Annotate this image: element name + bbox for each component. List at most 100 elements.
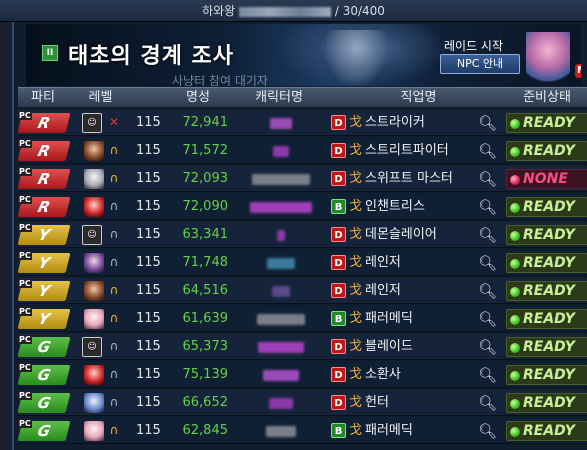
headset-icon[interactable]: ∩ <box>107 227 121 241</box>
level-value: 115 <box>136 283 161 298</box>
headset-icon[interactable]: ∩ <box>107 311 121 325</box>
pc-icon: PC <box>18 419 32 428</box>
character-name-blurred[interactable] <box>273 146 289 157</box>
fame-value: 72,090 <box>182 199 229 214</box>
character-name-blurred[interactable] <box>272 286 290 297</box>
search-icon[interactable]: 🔍︎ <box>478 392 497 418</box>
status-dot-icon <box>510 175 520 185</box>
character-avatar <box>84 197 104 217</box>
ready-status: READY <box>506 393 587 413</box>
party-member-row[interactable]: R PC ∩ 115 72,090 B 戈 인챈트리스 🔍︎ READY <box>17 194 587 222</box>
party-member-row[interactable]: G PC ☺ ∩ 115 65,373 D 戈 블레이드 🔍︎ READY <box>17 334 587 362</box>
party-member-row[interactable]: Y PC ∩ 115 64,516 D 戈 레인저 🔍︎ READY <box>17 278 587 306</box>
ready-status: READY <box>506 253 587 273</box>
headset-icon[interactable]: ∩ <box>107 423 121 437</box>
pause-icon[interactable]: II <box>42 45 58 61</box>
search-icon[interactable]: 🔍︎ <box>478 112 497 138</box>
search-icon[interactable]: 🔍︎ <box>478 364 497 390</box>
ready-status-text: READY <box>523 255 575 271</box>
class-grade-badge: D <box>331 171 346 186</box>
character-name-blurred[interactable] <box>266 426 296 437</box>
character-name-blurred[interactable] <box>257 314 305 325</box>
class-grade-badge: B <box>331 311 346 326</box>
npc-guide-button[interactable]: NPC 안내 <box>440 54 520 74</box>
headset-icon[interactable]: ∩ <box>107 283 121 297</box>
search-icon[interactable]: 🔍︎ <box>478 196 497 222</box>
search-icon[interactable]: 🔍︎ <box>478 252 497 278</box>
fame-value: 65,373 <box>182 339 229 354</box>
search-icon[interactable]: 🔍︎ <box>478 140 497 166</box>
level-value: 115 <box>136 199 161 214</box>
ready-status: READY <box>506 113 587 133</box>
banner-art-figure <box>326 30 386 86</box>
character-name-blurred[interactable] <box>277 230 285 241</box>
class-grade-badge: D <box>331 367 346 382</box>
blurred-name <box>239 6 332 17</box>
pc-icon: PC <box>18 223 32 232</box>
character-name-blurred[interactable] <box>267 258 295 269</box>
party-member-row[interactable]: Y PC ∩ 115 61,639 B 戈 패러메딕 🔍︎ READY <box>17 306 587 334</box>
status-dot-icon <box>510 315 520 325</box>
ready-status-text: READY <box>523 423 575 439</box>
party-letter: Y <box>36 310 52 328</box>
pc-icon: PC <box>18 195 32 204</box>
raid-start-label[interactable]: 레이드 시작 <box>444 37 503 54</box>
class-emblem-icon: 戈 <box>349 199 363 214</box>
search-icon[interactable]: 🔍︎ <box>478 336 497 362</box>
dungeon-title: 태초의 경계 조사 <box>68 44 234 69</box>
ready-status: READY <box>506 337 587 357</box>
ready-status: NONE <box>506 169 587 189</box>
party-letter: R <box>35 198 53 216</box>
class-emblem-icon: 戈 <box>349 283 363 298</box>
headset-icon[interactable]: ∩ <box>107 255 121 269</box>
character-name-blurred[interactable] <box>269 398 293 409</box>
party-member-row[interactable]: G PC ∩ 115 62,845 B 戈 패러메딕 🔍︎ READY <box>17 418 587 446</box>
class-name: 戈 패러메딕 <box>349 311 413 326</box>
party-member-row[interactable]: Y PC ∩ 115 71,748 D 戈 레인저 🔍︎ READY <box>17 250 587 278</box>
ready-status: READY <box>506 365 587 385</box>
character-avatar <box>84 365 104 385</box>
headset-icon[interactable]: ∩ <box>107 339 121 353</box>
party-member-row[interactable]: Y PC ☺ ∩ 115 63,341 D 戈 데몬슬레이어 🔍︎ READY <box>17 222 587 250</box>
mic-muted-icon[interactable]: ✕ <box>107 115 121 129</box>
class-name: 戈 스트리트파이터 <box>349 143 449 158</box>
character-name-blurred[interactable] <box>270 118 292 129</box>
party-member-row[interactable]: G PC ∩ 115 75,139 D 戈 소환사 🔍︎ READY <box>17 362 587 390</box>
headset-icon[interactable]: ∩ <box>107 171 121 185</box>
party-member-row[interactable]: R PC ∩ 115 72,093 D 戈 스위프트 마스터 🔍︎ NONE <box>17 166 587 194</box>
character-name-blurred[interactable] <box>258 342 304 353</box>
party-member-row[interactable]: R PC ☺ ✕ 115 72,941 D 戈 스트라이커 🔍︎ READY <box>17 110 587 138</box>
class-emblem-icon: 戈 <box>349 115 363 130</box>
character-name-blurred[interactable] <box>263 370 299 381</box>
search-icon[interactable]: 🔍︎ <box>478 280 497 306</box>
ready-status: READY <box>506 421 587 441</box>
npc-character-icon[interactable] <box>526 32 570 84</box>
fame-value: 64,516 <box>182 283 229 298</box>
search-icon[interactable]: 🔍︎ <box>478 168 497 194</box>
character-avatar <box>84 421 104 441</box>
ready-status-text: READY <box>523 339 575 355</box>
search-icon[interactable]: 🔍︎ <box>478 224 497 250</box>
headset-icon[interactable]: ∩ <box>107 143 121 157</box>
headset-icon[interactable]: ∩ <box>107 367 121 381</box>
class-emblem-icon: 戈 <box>349 311 363 326</box>
character-name-blurred[interactable] <box>250 202 312 213</box>
class-grade-badge: D <box>331 395 346 410</box>
party-letter: R <box>35 170 53 188</box>
class-name: 戈 스트라이커 <box>349 115 425 130</box>
party-member-row[interactable]: R PC ∩ 115 71,572 D 戈 스트리트파이터 🔍︎ READY <box>17 138 587 166</box>
search-icon[interactable]: 🔍︎ <box>478 308 497 334</box>
headset-icon[interactable]: ∩ <box>107 199 121 213</box>
party-member-row[interactable]: G PC ∩ 115 66,652 D 戈 헌터 🔍︎ READY <box>17 390 587 418</box>
class-name: 戈 헌터 <box>349 395 389 410</box>
search-icon[interactable]: 🔍︎ <box>478 420 497 446</box>
character-name-blurred[interactable] <box>252 174 310 185</box>
class-grade-badge: D <box>331 227 346 242</box>
class-emblem-icon: 戈 <box>349 423 363 438</box>
status-dot-icon <box>510 287 520 297</box>
headset-icon[interactable]: ∩ <box>107 395 121 409</box>
top-status-bar: 하와왕 / 30/400 <box>0 0 587 22</box>
ready-status-text: READY <box>523 115 575 131</box>
class-emblem-icon: 戈 <box>349 339 363 354</box>
pc-icon: PC <box>18 139 32 148</box>
